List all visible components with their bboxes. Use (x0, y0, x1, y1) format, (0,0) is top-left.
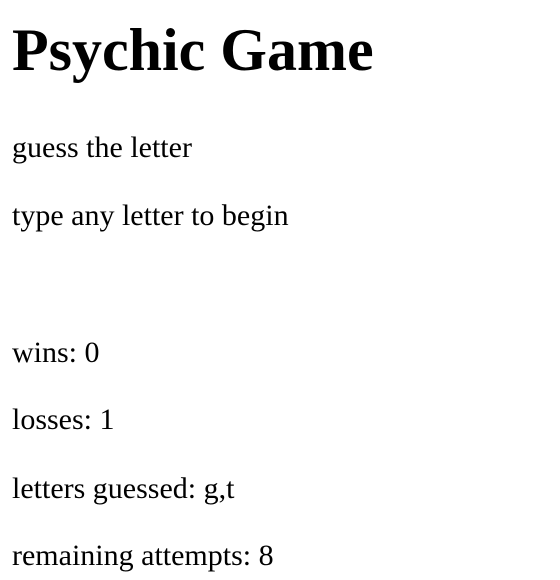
wins-count: wins: 0 (12, 336, 100, 369)
start-prompt: type any letter to begin (12, 199, 289, 232)
page-title: Psychic Game (12, 17, 374, 83)
letters-guessed: letters guessed: g,t (12, 472, 235, 505)
remaining-attempts: remaining attempts: 8 (12, 539, 274, 572)
losses-count: losses: 1 (12, 403, 115, 436)
game-page: Psychic Game guess the letter type any l… (0, 0, 560, 580)
instruction-text: guess the letter (12, 131, 192, 164)
